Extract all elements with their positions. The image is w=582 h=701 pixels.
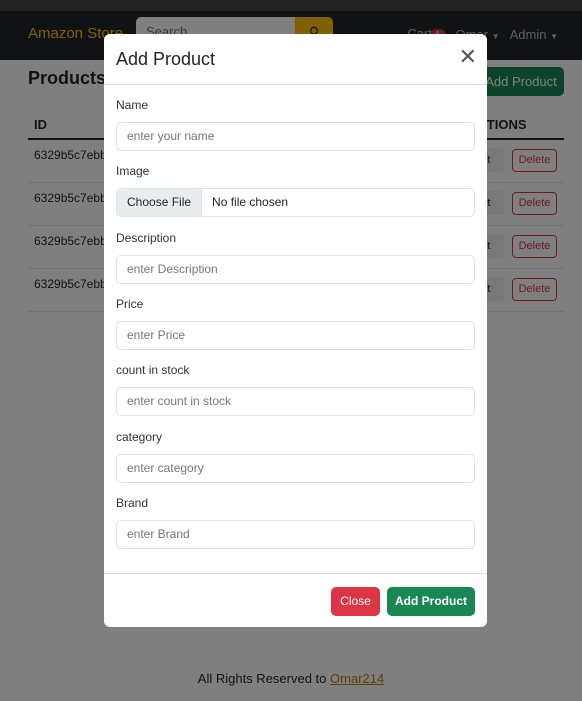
choose-file-button[interactable]: Choose File	[117, 189, 203, 217]
brand-label: Brand	[116, 495, 149, 510]
name-label: Name	[116, 98, 149, 112]
count-in-stock-label: count in stock	[116, 363, 190, 378]
category-label: category	[116, 429, 163, 444]
brand-field: Brand enter Brand	[116, 496, 475, 549]
modal-footer-divider	[104, 573, 487, 574]
submit-add-product-button[interactable]: Add Product	[387, 587, 475, 616]
description-input[interactable]: enter Description	[116, 254, 475, 284]
image-field: Image Choose File No file chosen	[116, 164, 475, 218]
category-input[interactable]: enter category	[116, 453, 475, 483]
name-field: Name enter your name	[116, 98, 475, 151]
modal-title: Add Product	[116, 49, 216, 69]
modal-header: Add Product ✕	[104, 34, 487, 85]
image-label: Image	[116, 164, 150, 179]
close-icon[interactable]: ✕	[459, 44, 477, 70]
count-in-stock-input[interactable]: enter count in stock	[116, 387, 475, 417]
price-field: Price enter Price	[116, 297, 475, 350]
name-input[interactable]: enter your name	[116, 122, 475, 151]
price-label: Price	[116, 296, 144, 311]
image-file-input[interactable]: Choose File No file chosen	[116, 188, 475, 218]
brand-input[interactable]: enter Brand	[116, 519, 475, 549]
price-input[interactable]: enter Price	[116, 320, 475, 350]
count-in-stock-field: count in stock enter count in stock	[116, 363, 475, 417]
category-field: category enter category	[116, 430, 475, 483]
close-button[interactable]: Close	[331, 587, 380, 616]
description-label: Description	[116, 230, 177, 245]
file-status: No file chosen	[212, 195, 289, 210]
description-field: Description enter Description	[116, 231, 475, 284]
add-product-modal: Add Product ✕ Name enter your name Image Ch…	[104, 34, 487, 627]
